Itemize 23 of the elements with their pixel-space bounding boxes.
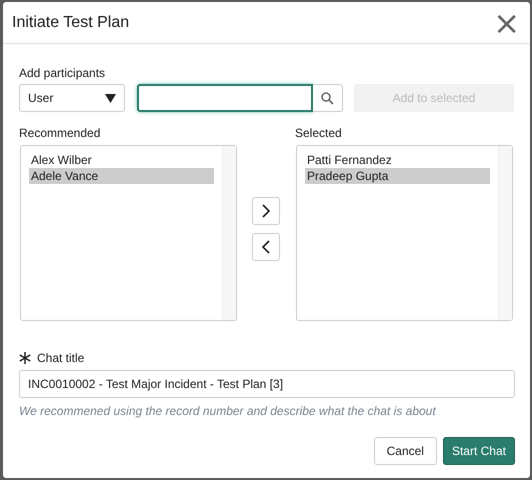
list-label: Selected <box>295 126 343 140</box>
move-left-button[interactable] <box>252 232 280 260</box>
search-field[interactable] <box>137 84 313 112</box>
search-icon <box>321 92 334 104</box>
search-button[interactable] <box>313 84 343 112</box>
list-item[interactable]: Pradeep Gupta <box>305 168 490 184</box>
chat-title-field[interactable]: INC0010002 - Test Major Incident - Test Plan [3] <box>19 370 515 398</box>
caret-icon <box>105 94 116 102</box>
dialog-title: Initiate Test Plan <box>12 14 130 32</box>
move-right-button[interactable] <box>252 196 280 224</box>
list-item[interactable]: Adele Vance <box>29 168 214 184</box>
chevron-left-icon <box>261 240 271 254</box>
cancel-button[interactable]: Cancel <box>374 437 437 465</box>
field-label: Chat title <box>37 351 84 365</box>
list-label: Recommended <box>19 126 102 140</box>
field-label: Add participants <box>19 66 106 80</box>
start-button[interactable]: Start Chat <box>442 437 515 465</box>
list-item[interactable]: Patti Fernandez <box>305 152 490 168</box>
type-dropdown[interactable]: User <box>19 84 125 112</box>
close-button[interactable]: × <box>493 8 520 36</box>
hint-text: We recommened using the record number and describe what the chat is about <box>19 404 437 418</box>
list-item[interactable]: Alex Wilber <box>29 152 214 168</box>
chevron-right-icon <box>261 204 271 218</box>
